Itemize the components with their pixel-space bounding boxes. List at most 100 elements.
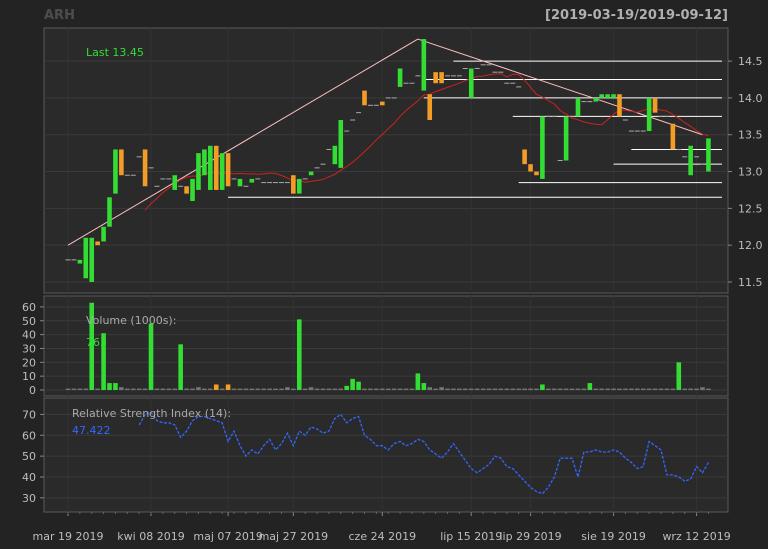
volume-bar <box>338 388 344 390</box>
volume-bar <box>291 388 296 390</box>
volume-bar <box>172 388 178 390</box>
price-tick-label: 13.5 <box>738 129 763 142</box>
volume-tick-label: 60 <box>22 301 36 314</box>
volume-tick-label: 20 <box>22 356 36 369</box>
price-candle <box>219 153 225 190</box>
volume-bar <box>119 387 124 390</box>
price-candle <box>575 97 581 117</box>
volume-bar <box>433 388 438 390</box>
volume-bar <box>326 388 332 390</box>
volume-bar <box>285 387 290 390</box>
price-candle <box>421 39 427 91</box>
volume-bar <box>694 388 699 390</box>
x-tick-label: kwi 08 2019 <box>117 530 184 543</box>
volume-tick-label: 50 <box>22 315 36 328</box>
price-candle <box>213 145 219 190</box>
rsi-tick-label: 70 <box>22 408 36 421</box>
volume-bar <box>617 388 622 390</box>
volume-bar <box>130 388 136 390</box>
volume-bar <box>439 387 444 390</box>
volume-bar <box>148 323 154 390</box>
volume-bar <box>231 388 237 390</box>
price-candle <box>468 68 474 98</box>
volume-bar <box>557 388 563 390</box>
volume-tick-label: 0 <box>29 384 36 397</box>
volume-bar <box>385 388 391 390</box>
volume-bar <box>196 387 201 390</box>
volume-bar <box>534 388 539 390</box>
volume-bar <box>219 388 225 390</box>
chart-window: ARH [2019-03-19/2019-09-12] 11.5 12.0 12.5 13… <box>0 0 768 549</box>
x-tick-label: sie 19 2019 <box>581 530 646 543</box>
price-candle <box>338 120 344 168</box>
price-candle <box>427 94 433 121</box>
volume-bar <box>664 388 670 390</box>
volume-bar <box>492 388 498 390</box>
price-candle <box>688 145 693 176</box>
price-candle <box>101 226 106 242</box>
price-tick-label: 12.0 <box>738 239 763 252</box>
volume-bar <box>551 388 557 390</box>
price-candle <box>172 175 178 190</box>
price-candle <box>89 237 95 282</box>
volume-bar <box>463 388 468 390</box>
volume-bar <box>320 388 326 390</box>
volume-bar <box>273 388 278 390</box>
volume-bar <box>296 319 302 390</box>
price-candle <box>225 153 231 187</box>
volume-bar <box>77 388 83 390</box>
x-tick-label: lip 15 2019 <box>440 530 502 543</box>
volume-bar <box>225 384 231 390</box>
volume-bar <box>356 381 361 390</box>
volume-bar <box>599 388 604 390</box>
price-candle <box>208 145 213 190</box>
volume-bar <box>474 388 480 390</box>
volume-bar <box>629 388 634 390</box>
price-candle <box>332 145 338 165</box>
rsi-tick-label: 40 <box>22 471 36 484</box>
volume-bar <box>267 388 272 390</box>
volume-bar <box>634 388 640 390</box>
volume-bar <box>184 388 189 390</box>
volume-bar <box>332 388 338 390</box>
volume-bar <box>379 388 385 390</box>
rsi-tick-label: 50 <box>22 450 36 463</box>
volume-bar <box>688 388 693 390</box>
price-candle <box>534 171 539 176</box>
price-candle <box>439 72 444 84</box>
volume-bar <box>540 384 545 390</box>
chart-symbol: ARH <box>44 8 75 23</box>
volume-bar <box>190 388 195 390</box>
volume-bar <box>160 388 166 390</box>
price-candle <box>362 90 367 106</box>
price-candle <box>605 94 610 98</box>
volume-bar <box>243 388 249 390</box>
rsi-tick-label: 30 <box>22 492 36 505</box>
price-tick-label: 13.0 <box>738 166 763 179</box>
volume-bar <box>95 388 100 390</box>
volume-bar <box>652 388 658 390</box>
volume-bar <box>213 384 219 390</box>
volume-bar <box>581 388 587 390</box>
price-candle <box>237 178 243 187</box>
price-candle <box>77 259 83 264</box>
volume-bar <box>528 388 533 390</box>
volume-bar <box>575 388 581 390</box>
volume-bar <box>249 388 255 390</box>
price-candle <box>379 101 385 106</box>
price-candle <box>184 186 189 194</box>
volume-bar <box>646 388 652 390</box>
price-candle <box>291 175 296 194</box>
price-candle <box>196 153 201 190</box>
volume-label: Volume (1000s): <box>86 314 176 327</box>
volume-bar <box>605 388 610 390</box>
volume-bar <box>415 373 421 390</box>
rsi-label: Relative Strength Index (14): <box>72 407 231 420</box>
volume-bar <box>136 388 142 390</box>
volume-bar <box>368 388 373 390</box>
price-candle <box>433 72 438 84</box>
last-price-label: Last 13.45 <box>86 46 144 59</box>
price-candle <box>611 94 616 98</box>
volume-bar <box>391 388 397 390</box>
volume-bar <box>83 388 89 390</box>
